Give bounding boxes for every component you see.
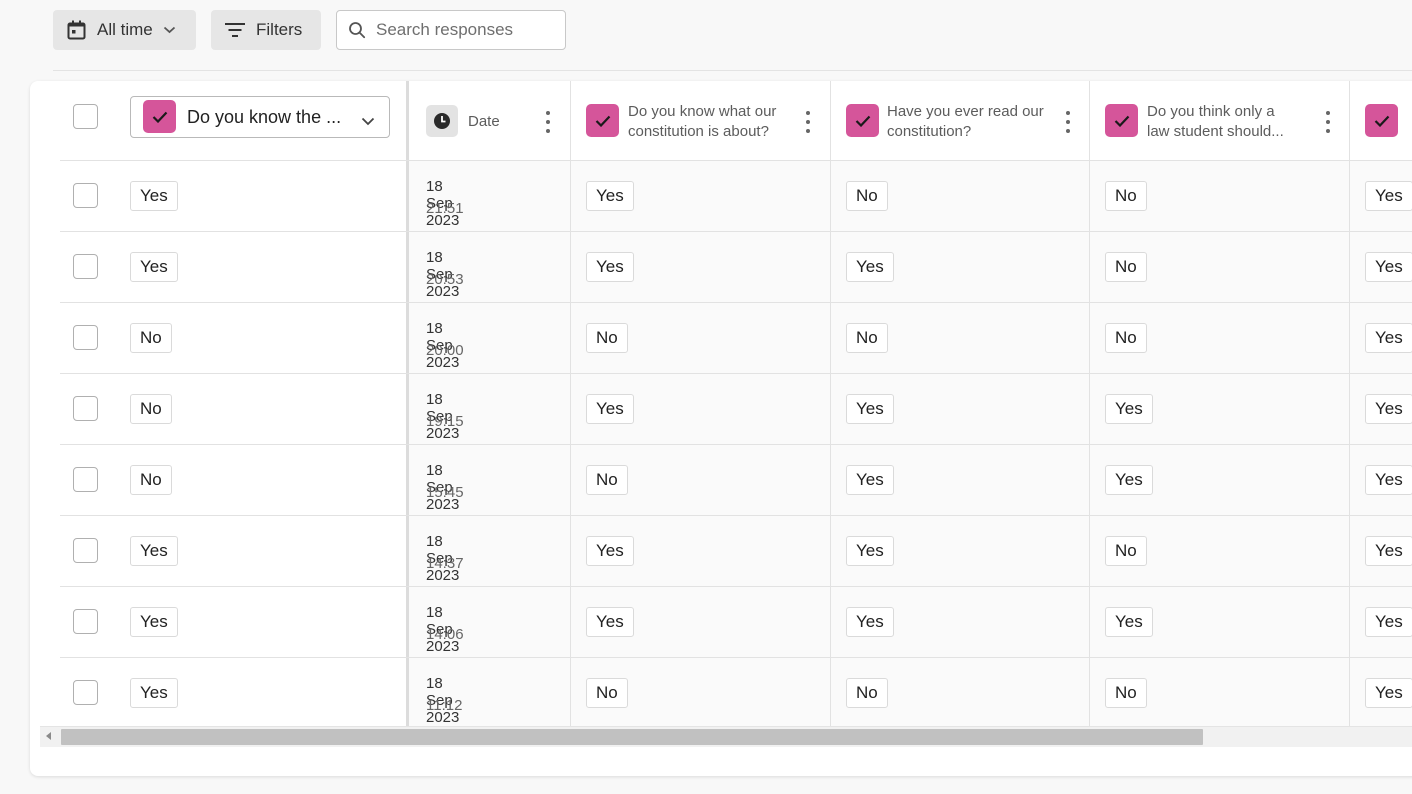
checkbox-field-icon — [143, 100, 176, 133]
answer-value: Yes — [1365, 678, 1412, 708]
answer-value: Yes — [846, 465, 894, 495]
search-input[interactable] — [376, 20, 556, 40]
answer-value: Yes — [1365, 536, 1412, 566]
answer-value: Yes — [1105, 394, 1153, 424]
answer-value: Yes — [1365, 465, 1412, 495]
response-time: 14:37 — [426, 555, 464, 572]
answer-value: No — [1105, 252, 1147, 282]
frozen-answer-value: Yes — [130, 252, 178, 282]
answer-value: No — [846, 323, 888, 353]
answer-value: Yes — [846, 394, 894, 424]
answer-value: Yes — [1365, 252, 1412, 282]
column-header-q2: Have you ever read our constitution? — [887, 103, 1044, 140]
frozen-answer-value: Yes — [130, 607, 178, 637]
filters-button[interactable]: Filters — [211, 10, 321, 50]
scroll-left-arrow-icon[interactable] — [46, 732, 51, 740]
frozen-answer-value: No — [130, 394, 172, 424]
row-select-checkbox[interactable] — [73, 254, 98, 279]
column-menu-icon[interactable] — [802, 111, 814, 133]
answer-value: No — [1105, 181, 1147, 211]
frozen-answer-value: Yes — [130, 181, 178, 211]
row-select-checkbox[interactable] — [73, 538, 98, 563]
column-header-q3: Do you think only a law student should..… — [1147, 103, 1284, 140]
answer-value: Yes — [1365, 607, 1412, 637]
answer-value: Yes — [1365, 181, 1412, 211]
checkbox-field-icon — [1365, 104, 1398, 137]
response-time: 11:12 — [426, 697, 463, 714]
search-icon — [348, 21, 366, 39]
answer-value: No — [1105, 678, 1147, 708]
chevron-down-icon — [163, 26, 176, 34]
answer-value: Yes — [846, 536, 894, 566]
answer-value: No — [1105, 536, 1147, 566]
frozen-answer-value: No — [130, 465, 172, 495]
frozen-answer-value: Yes — [130, 536, 178, 566]
answer-value: Yes — [846, 252, 894, 282]
answer-value: Yes — [586, 181, 634, 211]
answer-value: Yes — [586, 536, 634, 566]
row-select-checkbox[interactable] — [73, 183, 98, 208]
row-select-checkbox[interactable] — [73, 325, 98, 350]
toolbar-divider — [53, 70, 1412, 71]
clock-icon — [426, 105, 458, 137]
answer-value: Yes — [1105, 607, 1153, 637]
checkbox-field-icon — [846, 104, 879, 137]
response-time: 15:45 — [426, 484, 464, 501]
chevron-down-icon — [361, 113, 375, 131]
column-menu-icon[interactable] — [1062, 111, 1074, 133]
frozen-column-divider[interactable] — [406, 81, 409, 726]
frozen-column-selector[interactable]: Do you know the ... — [130, 96, 390, 138]
frozen-answer-value: No — [130, 323, 172, 353]
answer-value: Yes — [1365, 394, 1412, 424]
filters-label: Filters — [256, 20, 303, 39]
row-select-checkbox[interactable] — [73, 680, 98, 705]
column-header-date: Date — [468, 113, 500, 130]
date-range-button[interactable]: All time — [53, 10, 196, 50]
column-menu-icon[interactable] — [542, 111, 554, 133]
checkbox-field-icon — [1105, 104, 1138, 137]
answer-value: Yes — [586, 607, 634, 637]
answer-value: No — [846, 181, 888, 211]
date-range-label: All time — [97, 20, 153, 39]
answer-value: No — [586, 678, 628, 708]
row-select-checkbox[interactable] — [73, 609, 98, 634]
response-time: 19:15 — [426, 413, 464, 430]
horizontal-scrollbar[interactable] — [40, 726, 1412, 747]
answer-value: No — [586, 465, 628, 495]
answer-value: No — [846, 678, 888, 708]
scrollbar-thumb[interactable] — [61, 729, 1203, 745]
response-time: 21:51 — [426, 200, 464, 217]
calendar-icon — [67, 20, 86, 40]
response-time: 20:00 — [426, 342, 464, 359]
answer-value: Yes — [846, 607, 894, 637]
answer-value: Yes — [1105, 465, 1153, 495]
search-box[interactable] — [336, 10, 566, 50]
frozen-column-label: Do you know the ... — [187, 107, 342, 127]
column-header-q1: Do you know what our constitution is abo… — [628, 103, 777, 140]
column-menu-icon[interactable] — [1322, 111, 1334, 133]
responses-table-card: Do you know the ... Date Do you know wha… — [30, 81, 1412, 776]
answer-value: Yes — [586, 394, 634, 424]
answer-value: No — [1105, 323, 1147, 353]
response-time: 14:06 — [426, 626, 464, 643]
row-select-checkbox[interactable] — [73, 396, 98, 421]
filter-icon — [225, 23, 245, 37]
row-select-checkbox[interactable] — [73, 467, 98, 492]
answer-value: No — [586, 323, 628, 353]
checkbox-field-icon — [586, 104, 619, 137]
frozen-answer-value: Yes — [130, 678, 178, 708]
answer-value: Yes — [586, 252, 634, 282]
response-time: 20:53 — [426, 271, 464, 288]
answer-value: Yes — [1365, 323, 1412, 353]
select-all-checkbox[interactable] — [73, 104, 98, 129]
responses-table: Do you know the ... Date Do you know wha… — [30, 81, 1412, 726]
